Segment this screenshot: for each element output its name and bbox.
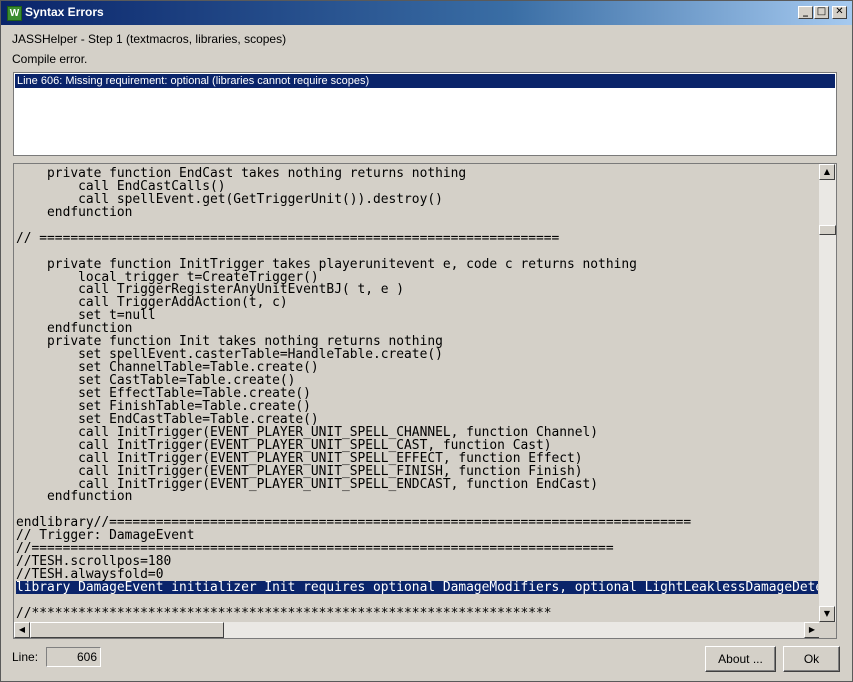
scrollbar-corner (819, 622, 836, 638)
code-line[interactable]: call spellEvent.get(GetTriggerUnit()).de… (16, 193, 818, 206)
code-line[interactable]: set t=null (16, 309, 818, 322)
scroll-right-button[interactable]: ▶ (804, 622, 820, 638)
code-line[interactable]: call InitTrigger(EVENT_PLAYER_UNIT_SPELL… (16, 426, 818, 439)
horizontal-scroll-thumb[interactable] (30, 622, 224, 638)
code-line[interactable] (16, 594, 818, 607)
syntax-errors-window: W Syntax Errors _ □ ✕ JASSHelper - Step … (0, 0, 853, 682)
vertical-scrollbar[interactable]: ▲ ▼ (819, 164, 836, 622)
code-line[interactable] (16, 245, 818, 258)
minimize-button[interactable]: _ (798, 6, 813, 19)
scroll-up-button[interactable]: ▲ (819, 164, 835, 180)
title-bar[interactable]: W Syntax Errors _ □ ✕ (1, 1, 852, 25)
code-line[interactable]: set FinishTable=Table.create() (16, 400, 818, 413)
app-icon: W (7, 6, 22, 21)
code-line[interactable]: call EndCastCalls() (16, 180, 818, 193)
vertical-scroll-thumb[interactable] (819, 225, 836, 235)
code-line[interactable]: private function InitTrigger takes playe… (16, 258, 818, 271)
code-line[interactable]: call InitTrigger(EVENT_PLAYER_UNIT_SPELL… (16, 452, 818, 465)
code-text[interactable]: private function EndCast takes nothing r… (16, 167, 818, 622)
code-line[interactable]: call InitTrigger(EVENT_PLAYER_UNIT_SPELL… (16, 439, 818, 452)
window-title: Syntax Errors (25, 5, 104, 19)
code-viewer[interactable]: private function EndCast takes nothing r… (13, 163, 837, 639)
step-label: JASSHelper - Step 1 (textmacros, librari… (12, 32, 287, 46)
line-number-field: 606 (46, 647, 101, 667)
close-button[interactable]: ✕ (832, 6, 847, 19)
status-label: Compile error. (12, 52, 88, 66)
code-line[interactable]: endfunction (16, 490, 818, 503)
code-line[interactable]: call InitTrigger(EVENT_PLAYER_UNIT_SPELL… (16, 465, 818, 478)
error-item[interactable]: Line 606: Missing requirement: optional … (15, 74, 835, 88)
scroll-left-button[interactable]: ◀ (14, 622, 30, 638)
code-line[interactable]: private function EndCast takes nothing r… (16, 167, 818, 180)
ok-button[interactable]: Ok (783, 646, 840, 672)
code-line[interactable]: call InitTrigger(EVENT_PLAYER_UNIT_SPELL… (16, 478, 818, 491)
code-line[interactable]: // =====================================… (16, 232, 818, 245)
horizontal-scrollbar[interactable]: ◀ ▶ (14, 622, 820, 638)
code-line[interactable]: set EndCastTable=Table.create() (16, 413, 818, 426)
code-line[interactable]: set CastTable=Table.create() (16, 374, 818, 387)
code-line[interactable]: //**************************************… (16, 607, 818, 620)
code-line[interactable]: endfunction (16, 206, 818, 219)
line-label: Line: (12, 650, 39, 664)
about-button[interactable]: About ... (705, 646, 776, 672)
scroll-down-button[interactable]: ▼ (819, 606, 835, 622)
code-line[interactable]: library DamageEvent initializer Init req… (16, 581, 818, 594)
error-list[interactable]: Line 606: Missing requirement: optional … (13, 72, 837, 156)
code-line[interactable] (16, 219, 818, 232)
code-line[interactable]: set EffectTable=Table.create() (16, 387, 818, 400)
maximize-button[interactable]: □ (814, 6, 829, 19)
